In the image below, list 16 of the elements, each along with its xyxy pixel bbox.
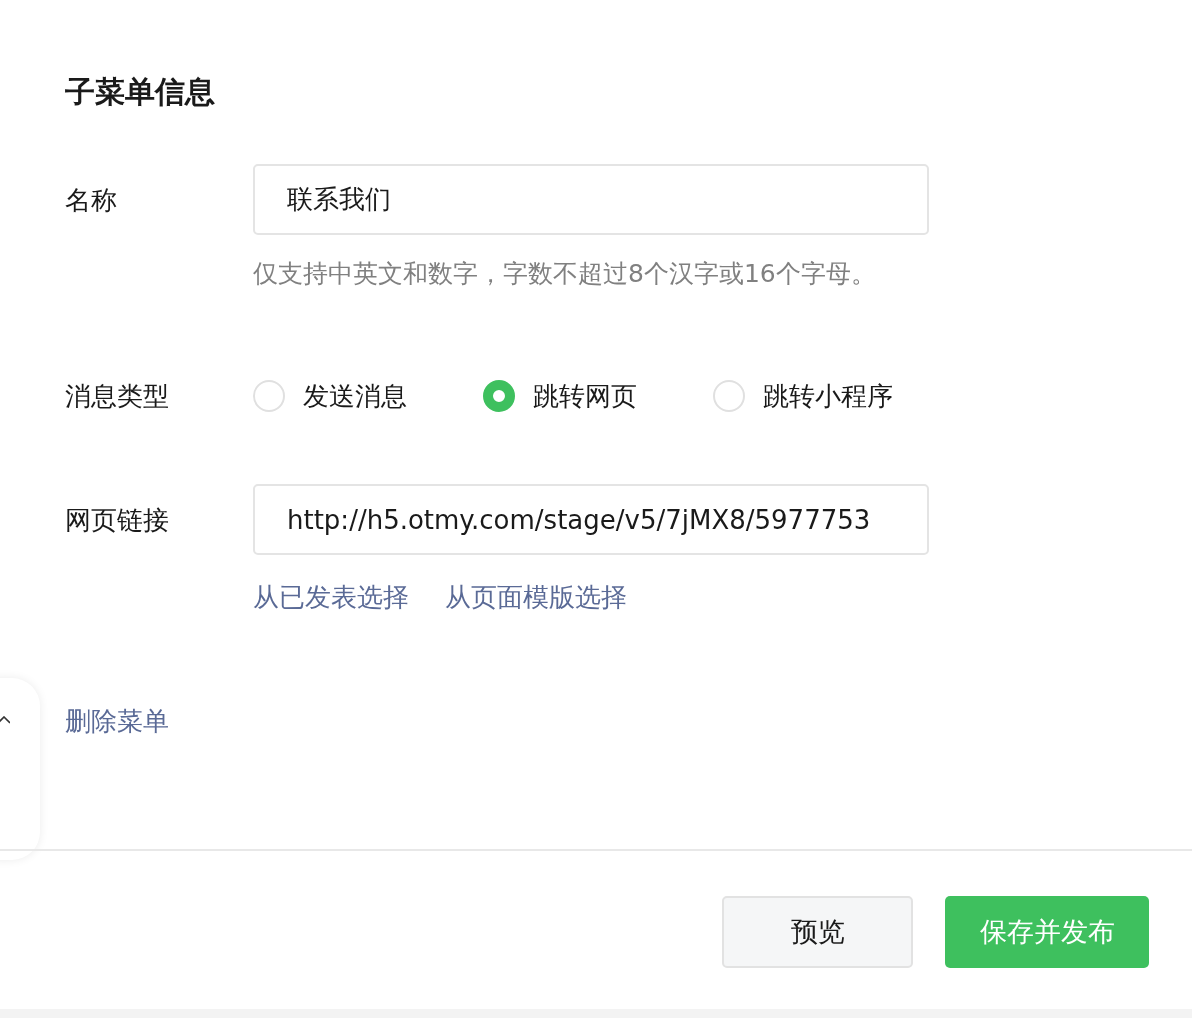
hint-text: 仅支持中英文和数字，字数不超过8个汉字或16个字母。 [253, 258, 877, 290]
caret-icon[interactable] [0, 716, 10, 724]
preview-button[interactable]: 预览 [722, 896, 913, 968]
field-label: 消息类型 [65, 380, 170, 413]
field-label: 网页链接 [65, 504, 170, 537]
field-label: 名称 [65, 184, 118, 217]
url-field[interactable]: http://h5.otmy.com/stage/v5/7jMX8/5977753 [253, 484, 929, 555]
select-link[interactable]: 从已发表选择 [253, 577, 409, 617]
select-link[interactable]: 从页面模版选择 [445, 577, 627, 617]
radio-button[interactable] [483, 380, 515, 412]
delete-menu-link[interactable]: 删除菜单 [65, 706, 169, 736]
radio-label[interactable]: 跳转网页 [533, 376, 637, 416]
radio-label[interactable]: 跳转小程序 [763, 376, 893, 416]
radio-label[interactable]: 发送消息 [303, 376, 407, 416]
section-title: 子菜单信息 [65, 73, 216, 111]
name-field[interactable]: 联系我们 [253, 164, 929, 235]
